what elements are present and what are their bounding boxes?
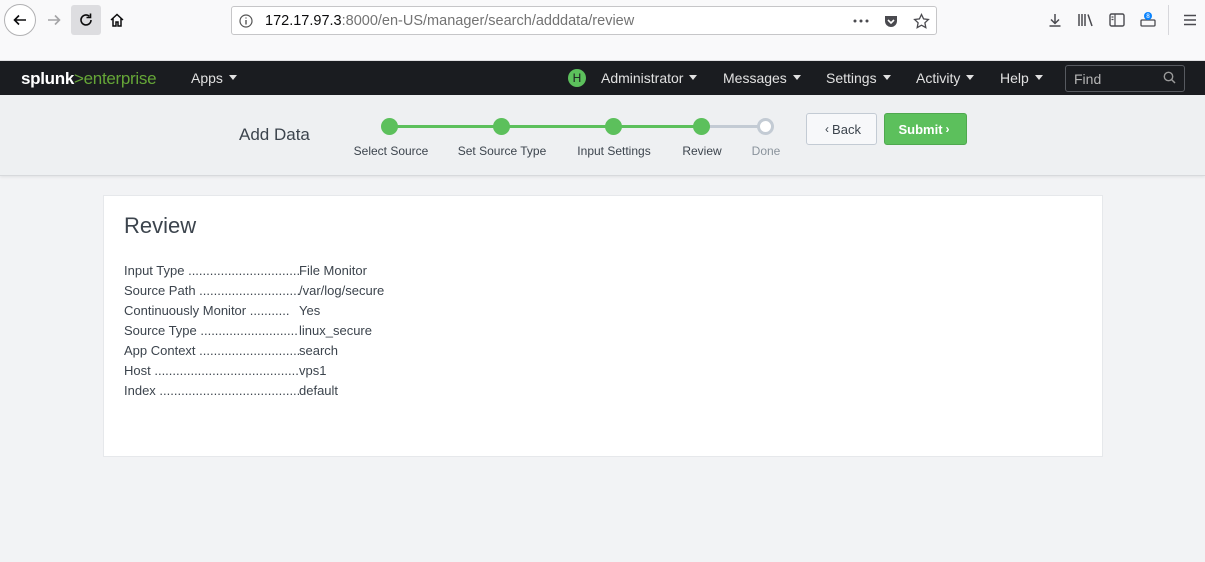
chevron-right-icon: › xyxy=(945,122,950,136)
caret-down-icon xyxy=(1034,74,1043,80)
step-dot-set-source-type xyxy=(493,118,510,135)
review-row-continuously-monitor: Continuously Monitor ........... Yes xyxy=(124,300,384,320)
apps-label: Apps xyxy=(191,70,223,86)
review-row-source-path: Source Path ............................… xyxy=(124,280,384,300)
settings-label: Settings xyxy=(826,70,877,86)
review-key: Host ...................................… xyxy=(124,362,299,378)
page-title: Add Data xyxy=(239,125,310,144)
avatar[interactable]: H xyxy=(568,69,586,87)
review-key: Continuously Monitor ........... xyxy=(124,302,290,318)
url-path: :8000/en-US/manager/search/adddata/revie… xyxy=(341,12,635,29)
review-row-app-context: App Context ............................… xyxy=(124,340,384,360)
apps-menu[interactable]: Apps xyxy=(191,61,237,95)
splunk-logo[interactable]: splunk>enterprise xyxy=(21,69,157,89)
review-value: search xyxy=(299,342,339,358)
back-button-label: Back xyxy=(832,121,861,137)
review-panel: Review Input Type ......................… xyxy=(103,195,1103,457)
activity-menu[interactable]: Activity xyxy=(916,61,975,95)
library-icon[interactable] xyxy=(1070,5,1101,35)
more-icon[interactable] xyxy=(852,12,870,30)
user-menu[interactable]: Administrator xyxy=(601,61,698,95)
bookmark-star-icon[interactable] xyxy=(912,12,930,30)
review-value: vps1 xyxy=(299,362,327,378)
browser-toolbar: 172.17.97.3:8000/en-US/manager/search/ad… xyxy=(0,0,1205,61)
download-icon[interactable] xyxy=(1039,5,1070,35)
info-icon[interactable] xyxy=(232,7,260,34)
review-row-index: Index ..................................… xyxy=(124,380,384,400)
review-key: Input Type .............................… xyxy=(124,262,299,278)
caret-down-icon xyxy=(882,74,891,80)
forward-icon[interactable] xyxy=(39,5,69,35)
chevron-left-icon: ‹ xyxy=(825,122,830,136)
step-dot-select-source xyxy=(381,118,398,135)
settings-menu[interactable]: Settings xyxy=(826,61,891,95)
add-data-wizard: Add Data Select Source Set Source Type I… xyxy=(0,95,1205,176)
caret-down-icon xyxy=(228,74,237,80)
logo-chevron: > xyxy=(74,69,84,88)
find-box[interactable] xyxy=(1065,65,1185,92)
toolbar-separator xyxy=(1168,5,1169,35)
back-button[interactable]: ‹ Back xyxy=(806,113,877,145)
review-list: Input Type .............................… xyxy=(124,260,384,400)
url-text[interactable]: 172.17.97.3:8000/en-US/manager/search/ad… xyxy=(265,13,634,29)
review-key: Index ..................................… xyxy=(124,382,299,398)
submit-button-label: Submit xyxy=(898,121,943,137)
messages-label: Messages xyxy=(723,70,787,86)
review-value: linux_secure xyxy=(299,322,372,338)
progress-track-complete xyxy=(390,125,702,128)
help-menu[interactable]: Help xyxy=(1000,61,1043,95)
step-dot-done xyxy=(757,118,774,135)
step-label-input-settings: Input Settings xyxy=(577,144,651,158)
review-key: Source Path ............................… xyxy=(124,282,299,298)
user-label: Administrator xyxy=(601,70,684,86)
back-icon[interactable] xyxy=(4,4,36,36)
help-label: Help xyxy=(1000,70,1029,86)
review-row-source-type: Source Type ............................… xyxy=(124,320,384,340)
step-label-set-source-type: Set Source Type xyxy=(457,144,547,158)
url-host: 172.17.97.3 xyxy=(265,12,342,29)
sidebar-icon[interactable] xyxy=(1101,5,1132,35)
caret-down-icon xyxy=(792,74,801,80)
review-key: App Context ............................… xyxy=(124,342,299,358)
reload-icon[interactable] xyxy=(71,5,101,35)
find-input[interactable] xyxy=(1074,70,1164,87)
review-value: /var/log/secure xyxy=(299,282,385,298)
search-icon[interactable] xyxy=(1163,71,1176,89)
review-key: Source Type ............................… xyxy=(124,322,299,338)
sync-icon[interactable]: 8 xyxy=(1132,5,1163,35)
review-row-host: Host ...................................… xyxy=(124,360,384,380)
messages-menu[interactable]: Messages xyxy=(723,61,801,95)
url-bar[interactable]: 172.17.97.3:8000/en-US/manager/search/ad… xyxy=(231,6,937,35)
review-row-input-type: Input Type .............................… xyxy=(124,260,384,280)
logo-splunk: splunk xyxy=(21,69,74,88)
submit-button[interactable]: Submit › xyxy=(884,113,967,145)
activity-label: Activity xyxy=(916,70,961,86)
home-icon[interactable] xyxy=(102,5,132,35)
caret-down-icon xyxy=(966,74,975,80)
review-title: Review xyxy=(124,213,197,238)
caret-down-icon xyxy=(689,74,698,80)
logo-enterprise: enterprise xyxy=(83,69,157,88)
review-value: File Monitor xyxy=(299,262,367,278)
step-label-select-source: Select Source xyxy=(353,144,429,158)
step-dot-review xyxy=(693,118,710,135)
step-label-review: Review xyxy=(682,144,722,158)
step-label-done: Done xyxy=(751,144,781,158)
review-value: Yes xyxy=(299,302,321,318)
progress-track-remaining xyxy=(702,125,765,128)
svg-text:8: 8 xyxy=(1146,13,1150,20)
menu-icon[interactable] xyxy=(1174,5,1205,35)
review-value: default xyxy=(299,382,339,398)
step-dot-input-settings xyxy=(605,118,622,135)
pocket-icon[interactable] xyxy=(882,12,900,30)
